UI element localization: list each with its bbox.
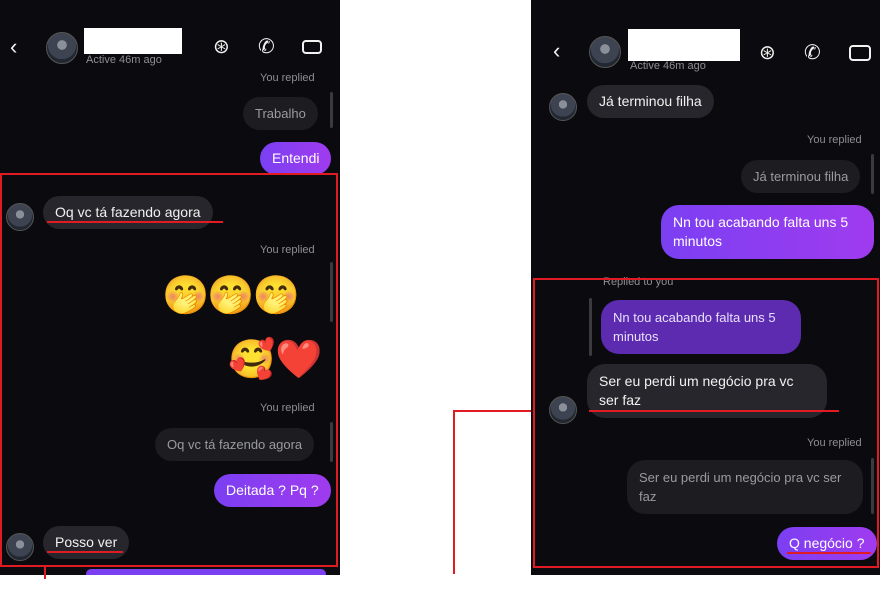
video-camera-icon[interactable] — [849, 45, 871, 61]
quoted-message: Já terminou filha — [741, 160, 861, 193]
connector-line — [44, 565, 46, 579]
phone-icon[interactable]: ✆ — [804, 42, 821, 64]
sticker-icon[interactable]: ⊛ — [759, 42, 776, 64]
redacted-name — [84, 28, 182, 54]
you-replied-label: You replied — [260, 72, 315, 84]
avatar[interactable] — [46, 32, 78, 64]
chat-header: ‹ Active 46m ago ⊛ ✆ — [531, 18, 880, 80]
outgoing-message[interactable]: Nn tou acabando falta uns 5 minutos — [661, 205, 874, 259]
connector-line — [453, 410, 533, 412]
right-chat-screenshot: ‹ Active 46m ago ⊛ ✆ Já terminou filha Y… — [531, 0, 880, 575]
you-replied-label: You replied — [807, 134, 862, 146]
outgoing-message-partial — [86, 569, 326, 575]
sticker-icon[interactable]: ⊛ — [213, 36, 230, 58]
chat-header: ‹ Active 46m ago ⊛ ✆ — [0, 18, 340, 80]
avatar — [549, 93, 577, 121]
reply-bar — [330, 92, 333, 128]
avatar[interactable] — [589, 36, 621, 68]
video-camera-icon[interactable] — [302, 40, 322, 54]
quoted-message: Trabalho — [243, 97, 318, 130]
back-chevron-icon[interactable]: ‹ — [553, 40, 560, 62]
reply-bar — [871, 154, 874, 194]
back-chevron-icon[interactable]: ‹ — [10, 36, 17, 58]
active-status: Active 46m ago — [86, 54, 162, 66]
incoming-message[interactable]: Já terminou filha — [587, 85, 714, 118]
left-chat-screenshot: ‹ Active 46m ago ⊛ ✆ You replied Trabalh… — [0, 0, 340, 575]
redacted-name — [628, 29, 740, 61]
connector-line — [453, 410, 455, 574]
highlight-box — [533, 278, 879, 568]
phone-icon[interactable]: ✆ — [258, 36, 275, 58]
outgoing-message[interactable]: Entendi — [260, 142, 332, 175]
highlight-box — [0, 173, 338, 567]
active-status: Active 46m ago — [630, 60, 706, 72]
